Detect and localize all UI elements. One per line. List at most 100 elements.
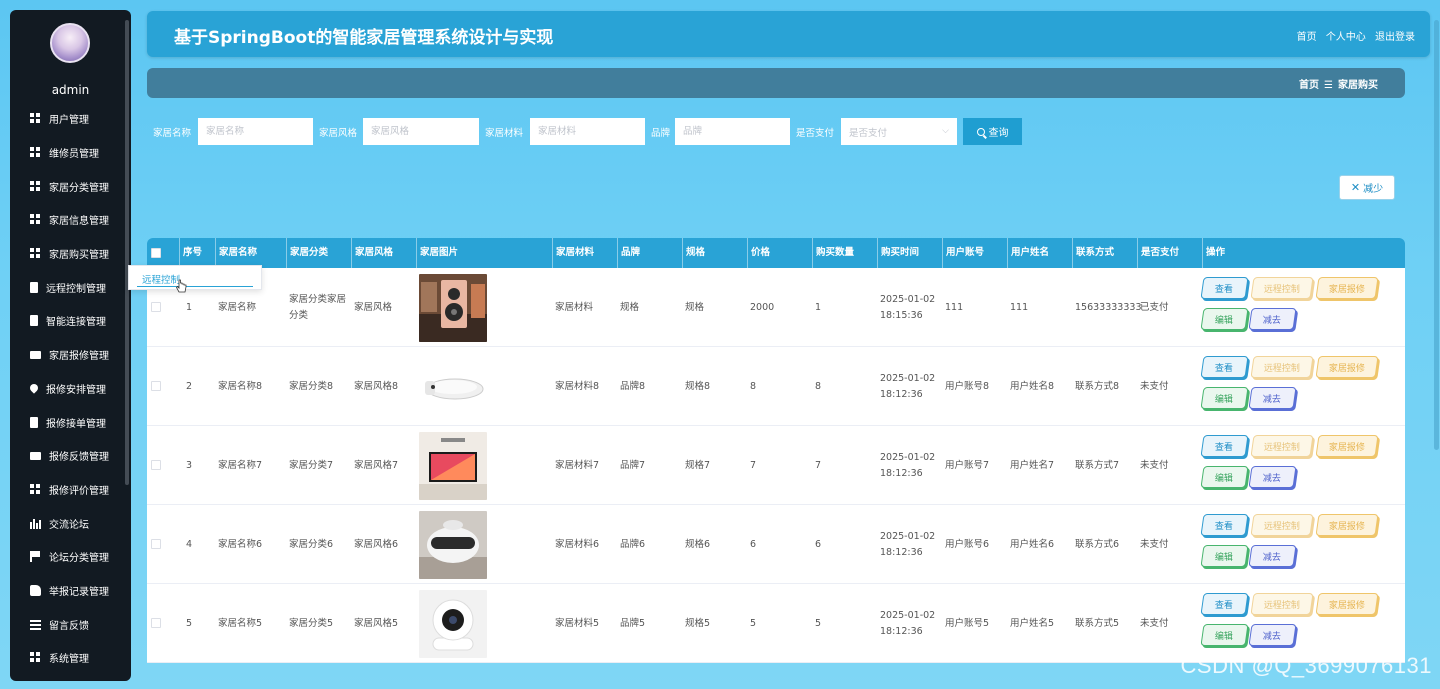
tv-icon[interactable] [419, 431, 487, 500]
style-filter-label: 家居风格 [319, 128, 358, 139]
sidebar-item[interactable]: 论坛分类管理 [10, 540, 131, 574]
column-header[interactable]: 家居图片 [416, 238, 552, 268]
view-button[interactable]: 查看 [1200, 277, 1249, 299]
sidebar-item[interactable]: 家居信息管理 [10, 203, 131, 237]
column-header[interactable]: 家居名称 [215, 238, 286, 268]
robot-icon[interactable] [419, 510, 487, 579]
column-header[interactable]: 价格 [747, 238, 812, 268]
remote-control-button[interactable]: 远程控制 [1250, 277, 1314, 299]
style-filter-input[interactable] [363, 118, 479, 145]
repair-button[interactable]: 家居报修 [1315, 435, 1379, 457]
paid-filter-label: 是否支付 [796, 128, 835, 139]
material-filter-input[interactable] [530, 118, 645, 145]
sidebar-item[interactable]: 交流论坛 [10, 506, 131, 540]
sidebar-item[interactable]: 报修反馈管理 [10, 439, 131, 473]
view-button[interactable]: 查看 [1200, 356, 1249, 378]
column-header[interactable]: 操作 [1202, 238, 1405, 268]
column-header[interactable]: 购买时间 [877, 238, 942, 268]
minus-button[interactable]: 减去 [1248, 466, 1297, 488]
column-header[interactable]: 家居风格 [351, 238, 416, 268]
row-checkbox[interactable] [151, 539, 161, 549]
search-button[interactable]: 查询 [963, 118, 1022, 145]
cell-spec: 规格6 [685, 538, 711, 550]
row-checkbox[interactable] [151, 302, 161, 312]
row-checkbox[interactable] [151, 381, 161, 391]
minus-button[interactable]: 减去 [1248, 545, 1297, 567]
sidebar-item[interactable]: 维修员管理 [10, 136, 131, 170]
row-checkbox[interactable] [151, 460, 161, 470]
sidebar-item[interactable]: 家居分类管理 [10, 169, 131, 203]
speaker-icon[interactable] [419, 273, 487, 342]
table-row[interactable]: 2 家居名称8 家居分类8 家居风格8 家居材料8 品牌8 规格8 8 8 2025-01-02 … [147, 347, 1405, 426]
view-button[interactable]: 查看 [1200, 514, 1249, 536]
sidebar-item[interactable]: 用户管理 [10, 102, 131, 136]
select-all-checkbox[interactable] [151, 248, 161, 258]
remote-control-button[interactable]: 远程控制 [1250, 593, 1314, 615]
edit-button[interactable]: 编辑 [1200, 545, 1249, 567]
repair-button[interactable]: 家居报修 [1315, 277, 1379, 299]
view-button[interactable]: 查看 [1200, 435, 1249, 457]
sidebar-item[interactable]: 家居报修管理 [10, 338, 131, 372]
sidebar-item-label: 报修安排管理 [46, 384, 106, 396]
cell-uname: 用户姓名6 [1010, 538, 1055, 550]
column-header[interactable]: 是否支付 [1137, 238, 1202, 268]
edit-button[interactable]: 编辑 [1200, 308, 1249, 330]
cell-name: 家居名称6 [218, 538, 263, 550]
remote-control-button[interactable]: 远程控制 [1250, 435, 1314, 457]
grid-icon [30, 180, 41, 192]
camera-icon[interactable] [419, 589, 487, 658]
repair-button[interactable]: 家居报修 [1315, 514, 1379, 536]
row-checkbox[interactable] [151, 618, 161, 628]
view-button[interactable]: 查看 [1200, 593, 1249, 615]
home-link[interactable]: 首页 [1297, 32, 1317, 43]
sidebar-item-label: 交流论坛 [49, 519, 89, 531]
table-row[interactable]: 4 家居名称6 家居分类6 家居风格6 家居材料6 品牌6 规格6 6 6 2025-01-02 … [147, 505, 1405, 584]
remote-control-button[interactable]: 远程控制 [1250, 514, 1314, 536]
sidebar-item[interactable]: 举报记录管理 [10, 574, 131, 608]
minus-button[interactable]: 减去 [1248, 308, 1297, 330]
column-header[interactable]: 购买数量 [812, 238, 877, 268]
table-row[interactable]: 3 家居名称7 家居分类7 家居风格7 家居材料7 品牌7 规格7 7 7 2025-01-02 … [147, 426, 1405, 505]
page-scrollbar[interactable] [1434, 20, 1439, 450]
logout-link[interactable]: 退出登录 [1375, 32, 1415, 43]
toilet-seat-icon[interactable] [419, 352, 487, 421]
minus-button[interactable]: 减去 [1248, 624, 1297, 646]
sidebar-item[interactable]: 系统管理 [10, 641, 131, 675]
column-header[interactable]: 规格 [682, 238, 747, 268]
minus-button[interactable]: 减去 [1248, 387, 1297, 409]
edit-button[interactable]: 编辑 [1200, 466, 1249, 488]
column-header[interactable]: 家居分类 [286, 238, 351, 268]
edit-button[interactable]: 编辑 [1200, 624, 1249, 646]
breadcrumb-home[interactable]: 首页 [1299, 80, 1319, 91]
sidebar-item[interactable]: 报修安排管理 [10, 372, 131, 406]
table-row[interactable]: 1 家居名称 家居分类家居分类 家居风格 家居材料 规格 规格 2000 1 2025-01-02… [147, 268, 1405, 347]
cell-account: 用户账号5 [945, 617, 990, 629]
breadcrumb-current: 家居购买 [1338, 80, 1378, 91]
remote-control-button[interactable]: 远程控制 [1250, 356, 1314, 378]
sidebar-item[interactable]: 智能连接管理 [10, 304, 131, 338]
column-header[interactable]: 家居材料 [552, 238, 617, 268]
brand-filter-input[interactable] [675, 118, 790, 145]
repair-button[interactable]: 家居报修 [1315, 356, 1379, 378]
column-header[interactable]: 用户账号 [942, 238, 1007, 268]
sidebar-item[interactable]: 远程控制管理 [10, 270, 131, 304]
paid-filter-select[interactable]: 是否支付 ⌵ [841, 118, 957, 145]
column-header[interactable]: 联系方式 [1072, 238, 1137, 268]
name-filter-input[interactable] [198, 118, 313, 145]
sidebar-item[interactable]: 报修接单管理 [10, 405, 131, 439]
sidebar-item[interactable]: 报修评价管理 [10, 473, 131, 507]
sidebar-item-label: 维修员管理 [49, 149, 99, 161]
cell-spec: 规格5 [685, 617, 711, 629]
sidebar-item[interactable]: 留言反馈 [10, 607, 131, 641]
flag-icon [30, 551, 41, 563]
edit-button[interactable]: 编辑 [1200, 387, 1249, 409]
profile-link[interactable]: 个人中心 [1326, 32, 1366, 43]
column-header[interactable]: 品牌 [617, 238, 682, 268]
column-header[interactable]: 序号 [179, 238, 215, 268]
sidebar-item[interactable]: 家居购买管理 [10, 237, 131, 271]
reduce-button[interactable]: ✕ 减少 [1339, 175, 1395, 200]
table-row[interactable]: 5 家居名称5 家居分类5 家居风格5 家居材料5 品牌5 规格5 5 5 2025-01-02 … [147, 584, 1405, 663]
column-header[interactable]: 用户姓名 [1007, 238, 1072, 268]
repair-button[interactable]: 家居报修 [1315, 593, 1379, 615]
avatar[interactable] [50, 23, 90, 63]
